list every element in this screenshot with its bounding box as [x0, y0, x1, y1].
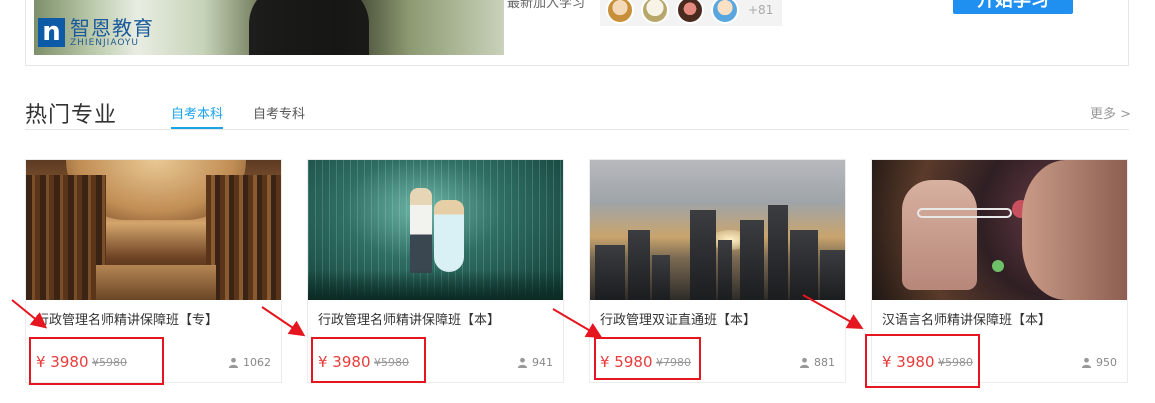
recent-learners-label: 最新加入学习: [507, 0, 586, 11]
user-icon: [517, 357, 528, 368]
avatar[interactable]: [606, 0, 634, 24]
brand-logo: n 智恩教育 ZHIENJIAOYU: [38, 18, 154, 48]
course-title[interactable]: 行政管理名师精讲保障班【本】: [318, 309, 500, 328]
price-highlight-box: [865, 334, 980, 388]
course-title[interactable]: 汉语言名师精讲保障班【本】: [882, 309, 1051, 328]
avatar[interactable]: [641, 0, 669, 24]
user-icon: [799, 357, 810, 368]
avatar[interactable]: [676, 0, 704, 24]
tab-associate[interactable]: 自考专科: [253, 103, 305, 122]
recent-learners-avatars: +81: [600, 0, 782, 26]
course-title[interactable]: 行政管理名师精讲保障班【专】: [36, 309, 218, 328]
student-count-value: 950: [1096, 356, 1117, 369]
course-image[interactable]: [308, 160, 563, 300]
active-tab-indicator: [171, 127, 223, 129]
tab-undergraduate[interactable]: 自考本科: [171, 103, 223, 122]
price-highlight-box: [311, 337, 426, 383]
student-count: 941: [517, 356, 553, 369]
user-icon: [228, 357, 239, 368]
student-count-value: 881: [814, 356, 835, 369]
price-highlight-box: [594, 337, 701, 380]
learner-count: +81: [748, 3, 774, 17]
more-link[interactable]: 更多 >: [1090, 103, 1131, 122]
price-highlight-box: [29, 337, 164, 385]
section-divider: [25, 129, 1129, 130]
course-image[interactable]: [590, 160, 845, 300]
section-title: 热门专业: [25, 103, 118, 128]
student-count: 950: [1081, 356, 1117, 369]
student-count-value: 941: [532, 356, 553, 369]
logo-icon: n: [38, 18, 65, 47]
logo-text: 智恩教育: [70, 16, 154, 40]
user-icon: [1081, 357, 1092, 368]
student-count: 1062: [228, 356, 271, 369]
banner-figure: [249, 0, 369, 55]
start-learning-button[interactable]: 开始学习: [953, 0, 1073, 14]
student-count-value: 1062: [243, 356, 271, 369]
student-count: 881: [799, 356, 835, 369]
banner-image[interactable]: n 智恩教育 ZHIENJIAOYU: [34, 0, 504, 55]
avatar[interactable]: [711, 0, 739, 24]
course-image[interactable]: [872, 160, 1127, 300]
course-title[interactable]: 行政管理双证直通班【本】: [600, 309, 756, 328]
course-image[interactable]: [26, 160, 281, 300]
